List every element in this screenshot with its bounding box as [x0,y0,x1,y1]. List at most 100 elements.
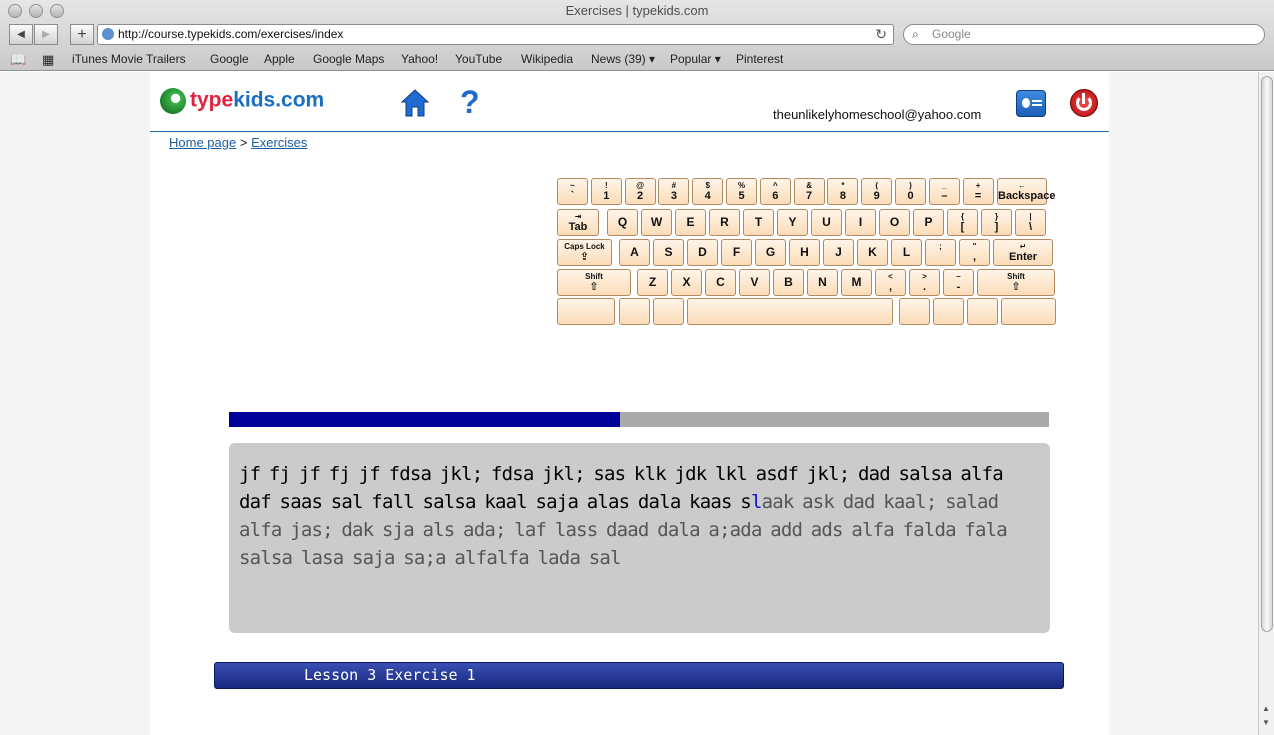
key-c: C [705,269,736,296]
key-f: F [721,239,752,266]
key-13: + = [962,178,994,205]
lesson-title-bar: Lesson 3 Exercise 1 [214,662,1064,689]
key-s: S [653,239,684,266]
key-k: K [857,239,888,266]
typekids-logo[interactable]: typekids.com [160,88,324,114]
top-sites-icon[interactable]: ▦ [42,52,54,68]
key-10: (9 [861,178,893,205]
address-bar[interactable]: http://course.typekids.com/exercises/ind… [97,24,894,45]
breadcrumb: Home page > Exercises [169,135,307,150]
reading-list-icon[interactable]: 📖 [10,52,26,68]
bookmark-youtube[interactable]: YouTube [455,52,502,66]
logo-mascot-icon [160,88,186,114]
breadcrumb-exercises-link[interactable]: Exercises [251,135,307,150]
scroll-down-arrow-icon[interactable]: ▼ [1262,718,1270,727]
reload-icon[interactable]: ↻ [875,25,887,44]
key-bracket-0: {[ [947,209,978,236]
bookmark-google[interactable]: Google [210,52,249,66]
key-shift-left: Shift ⇧ [557,269,631,296]
key-bottom-2 [653,298,684,325]
scrollbar-thumb[interactable] [1261,76,1273,632]
key-y: Y [777,209,808,236]
key-p: P [913,209,944,236]
key-bottom-1 [619,298,650,325]
bookmark-wikipedia[interactable]: Wikipedia [521,52,573,66]
key-bottom-4 [899,298,930,325]
scroll-up-arrow-icon[interactable]: ▲ [1262,704,1270,713]
bookmark-popular-label: Popular [670,52,712,66]
key-punct-r4-0: <, [875,269,906,296]
window-title: Exercises | typekids.com [565,3,709,18]
key-shift-right: Shift ⇧ [977,269,1055,296]
key-bottom-7 [1001,298,1056,325]
key-11: ) 0 [895,178,926,205]
key-i: I [845,209,876,236]
forward-button[interactable]: ▶ [34,24,58,45]
breadcrumb-separator: > [239,135,248,150]
url-text: http://course.typekids.com/exercises/ind… [118,27,344,41]
key-2: ! 1 [590,178,622,205]
bookmark-apple[interactable]: Apple [264,52,295,66]
user-email: theunlikelyhomeschool@yahoo.com [773,107,982,122]
key-backspace: ← Backspace [997,178,1056,205]
key-e: E [675,209,706,236]
search-field[interactable]: ⌕ Google [903,24,1265,45]
bookmark-google-maps[interactable]: Google Maps [313,52,384,66]
key-r: R [709,209,740,236]
key-12: _ – [928,178,960,205]
key-tab: ⇥ Tab [557,209,599,236]
key-punct-r4-2: – - [943,269,974,296]
page-margin-left [0,72,150,735]
key-caps-lock: Caps Lock ⇪ [557,239,612,266]
search-placeholder: Google [932,27,971,41]
key-z: Z [637,269,668,296]
bookmark-itunes-movie-trailers[interactable]: iTunes Movie Trailers [72,52,186,66]
key-9: * 8 [827,178,859,205]
exercise-progress-bar [229,412,1049,427]
key-b: B [773,269,804,296]
key-a: A [619,239,650,266]
key-v: V [739,269,770,296]
key-8: & 7 [793,178,825,205]
key-x: X [671,269,702,296]
page-content: typekids.com ? theunlikelyhomeschool@yah… [150,72,1109,735]
back-button[interactable]: ◀ [9,24,33,45]
key-m: M [841,269,872,296]
profile-card-icon[interactable] [1016,90,1046,117]
key-enter: ↵ Enter [993,239,1053,266]
key-bottom-3 [687,298,893,325]
key-n: N [807,269,838,296]
search-icon: ⌕ [912,27,919,41]
key-punct-r4-1: >. [909,269,940,296]
progress-fill [229,412,621,427]
current-character: l [750,491,762,513]
vertical-scrollbar[interactable]: ▲ ▼ [1258,72,1274,735]
key-u: U [811,209,842,236]
header-divider [150,131,1109,132]
key-w: W [641,209,672,236]
breadcrumb-home-link[interactable]: Home page [169,135,236,150]
bookmark-popular-menu[interactable]: Popular ▾ [670,52,721,66]
add-bookmark-button[interactable]: + [70,24,94,45]
logo-kids-text: kids.com [233,88,325,112]
key-bracket-1: }] [981,209,1012,236]
bookmark-yahoo[interactable]: Yahoo! [401,52,438,66]
key-bottom-0 [557,298,615,325]
key-5: $4 [692,178,724,205]
key-l: L [891,239,922,266]
key-bracket-2: | \ [1015,209,1046,236]
bookmark-news-label: News (39) [591,52,646,66]
bookmark-news-menu[interactable]: News (39) ▾ [591,52,655,66]
home-icon[interactable] [400,88,430,123]
key-3: @2 [624,178,656,205]
bookmark-pinterest[interactable]: Pinterest [736,52,783,66]
key-7: ^ 6 [759,178,791,205]
key-punct-1: ", [959,239,990,266]
typing-text-area[interactable]: jf fj jf fj jf fdsa jkl; fdsa jkl; sas k… [229,443,1050,633]
on-screen-keyboard: ~ `! 1 @2 #3 $4% 5 ^ 6 & 7 * 8(9) 0 _ – + = ← Backspace ⇥ Tab… [557,178,1057,330]
key-punct-0: ; [925,239,956,266]
help-icon[interactable]: ? [460,84,480,121]
power-logout-icon[interactable] [1070,89,1098,117]
key-t: T [743,209,774,236]
site-favicon-icon [102,28,114,40]
